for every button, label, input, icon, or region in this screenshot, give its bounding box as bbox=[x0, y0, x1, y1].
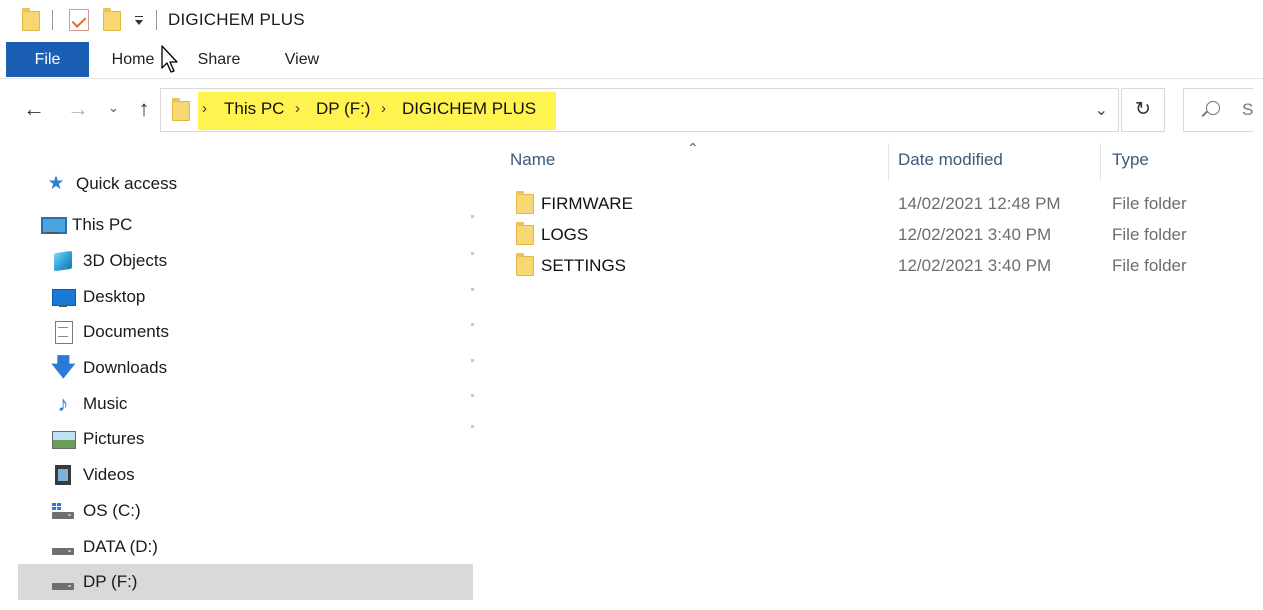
folder-icon bbox=[22, 8, 40, 31]
forward-arrow-icon[interactable]: → bbox=[66, 97, 90, 121]
search-placeholder: S bbox=[1242, 100, 1254, 119]
film-icon bbox=[51, 463, 75, 487]
nav-item-label: Videos bbox=[83, 465, 135, 484]
up-arrow-icon[interactable]: ↑ bbox=[132, 97, 156, 121]
nav-item-label: 3D Objects bbox=[83, 251, 168, 270]
tab-view[interactable]: View bbox=[276, 42, 328, 78]
nav-item-downloads[interactable]: 🡇 Downloads bbox=[51, 351, 167, 385]
folder-icon bbox=[516, 222, 534, 245]
breadcrumb-chevron-icon[interactable]: › bbox=[381, 100, 386, 117]
nav-item-music[interactable]: ♪ Music bbox=[51, 387, 128, 421]
file-type: File folder bbox=[1112, 256, 1187, 275]
folder-icon bbox=[172, 98, 190, 121]
column-header-date-modified[interactable]: Date modified bbox=[898, 150, 1003, 170]
download-arrow-icon: 🡇 bbox=[51, 354, 76, 381]
computer-icon bbox=[40, 213, 67, 237]
nav-item-videos[interactable]: Videos bbox=[51, 458, 135, 492]
breadcrumb-chevron-icon[interactable]: › bbox=[295, 100, 300, 117]
file-date: 12/02/2021 3:40 PM bbox=[898, 225, 1052, 244]
file-name: FIRMWARE bbox=[541, 194, 633, 213]
pane-divider-dot bbox=[471, 252, 474, 255]
breadcrumb-digichem-plus[interactable]: DIGICHEM PLUS bbox=[402, 99, 536, 119]
search-icon bbox=[1206, 101, 1220, 115]
mouse-cursor-icon bbox=[161, 45, 178, 73]
breadcrumb-dp-drive[interactable]: DP (F:) bbox=[316, 99, 370, 119]
drive-icon bbox=[51, 570, 75, 594]
pane-divider-dot bbox=[471, 394, 474, 397]
folder-icon bbox=[516, 253, 534, 276]
column-header-name[interactable]: Name bbox=[510, 150, 555, 170]
nav-item-label: Desktop bbox=[83, 287, 146, 306]
properties-check-icon[interactable] bbox=[69, 9, 89, 31]
nav-item-3d-objects[interactable]: 3D Objects bbox=[51, 244, 167, 278]
quick-access-toolbar-dropdown-icon[interactable] bbox=[133, 10, 145, 30]
file-date: 14/02/2021 12:48 PM bbox=[898, 194, 1061, 213]
nav-item-label: OS (C:) bbox=[83, 501, 141, 520]
document-icon bbox=[51, 320, 75, 344]
nav-item-label: This PC bbox=[72, 215, 133, 234]
address-bar[interactable]: › This PC › DP (F:) › DIGICHEM PLUS ⌄ bbox=[160, 88, 1119, 132]
nav-item-label: Music bbox=[83, 394, 128, 413]
pane-divider-dot bbox=[471, 425, 474, 428]
nav-item-dp-f[interactable]: DP (F:) bbox=[18, 564, 473, 600]
drive-icon bbox=[51, 535, 75, 559]
file-list: ⌃ Name Date modified Type FIRMWARE 14/02… bbox=[483, 140, 1263, 610]
pane-divider-dot bbox=[471, 323, 474, 326]
nav-item-label: Quick access bbox=[76, 174, 178, 193]
star-icon: ★ bbox=[47, 173, 65, 194]
column-header-type[interactable]: Type bbox=[1112, 150, 1149, 170]
recent-locations-chevron-icon[interactable]: ⌄ bbox=[108, 100, 119, 116]
breadcrumb-chevron-icon[interactable]: › bbox=[202, 100, 207, 117]
nav-item-os-c[interactable]: OS (C:) bbox=[51, 494, 141, 528]
tab-home[interactable]: Home bbox=[104, 42, 162, 78]
navigation-pane: ★ Quick access This PC 3D Objects Deskto… bbox=[0, 140, 480, 610]
folder-icon bbox=[516, 191, 534, 214]
nav-item-documents[interactable]: Documents bbox=[51, 315, 169, 349]
tab-file[interactable]: File bbox=[6, 42, 89, 77]
column-divider[interactable] bbox=[1100, 143, 1101, 181]
address-row: ← → ⌄ ↑ › This PC › DP (F:) › DIGICHEM P… bbox=[0, 84, 1263, 136]
nav-item-label: DATA (D:) bbox=[83, 537, 158, 556]
address-dropdown-chevron-icon[interactable]: ⌄ bbox=[1095, 100, 1108, 120]
refresh-icon[interactable]: ↻ bbox=[1121, 88, 1165, 132]
nav-item-desktop[interactable]: Desktop bbox=[51, 280, 145, 314]
nav-item-label: Pictures bbox=[83, 429, 145, 448]
breadcrumb-this-pc[interactable]: This PC bbox=[224, 99, 284, 119]
pane-divider-dot bbox=[471, 288, 474, 291]
file-row[interactable]: FIRMWARE 14/02/2021 12:48 PM File folder bbox=[486, 190, 1226, 220]
file-row[interactable]: LOGS 12/02/2021 3:40 PM File folder bbox=[486, 221, 1226, 251]
window-title: DIGICHEM PLUS bbox=[168, 10, 305, 29]
nav-item-this-pc[interactable]: This PC bbox=[40, 208, 132, 242]
title-bar: DIGICHEM PLUS bbox=[0, 0, 1263, 42]
toolbar-separator bbox=[156, 10, 157, 30]
nav-item-label: Documents bbox=[83, 322, 169, 341]
search-box[interactable]: S bbox=[1183, 88, 1253, 132]
column-divider[interactable] bbox=[888, 143, 889, 181]
sort-ascending-icon: ⌃ bbox=[687, 140, 699, 156]
toolbar-separator bbox=[52, 10, 53, 30]
nav-item-data-d[interactable]: DATA (D:) bbox=[51, 530, 158, 564]
new-folder-icon[interactable] bbox=[103, 8, 121, 31]
file-date: 12/02/2021 3:40 PM bbox=[898, 256, 1052, 275]
file-name: LOGS bbox=[541, 225, 589, 244]
file-type: File folder bbox=[1112, 225, 1187, 244]
pane-divider-dot bbox=[471, 215, 474, 218]
nav-item-pictures[interactable]: Pictures bbox=[51, 422, 144, 456]
cube-icon bbox=[51, 249, 75, 273]
file-type: File folder bbox=[1112, 194, 1187, 213]
music-note-icon: ♪ bbox=[57, 391, 69, 416]
picture-icon bbox=[51, 427, 76, 451]
file-name: SETTINGS bbox=[541, 256, 627, 275]
nav-item-label: Downloads bbox=[83, 358, 168, 377]
pane-divider-dot bbox=[471, 359, 474, 362]
os-drive-icon bbox=[51, 499, 75, 523]
nav-item-label: DP (F:) bbox=[83, 572, 138, 591]
file-row[interactable]: SETTINGS 12/02/2021 3:40 PM File folder bbox=[486, 252, 1226, 282]
nav-item-quick-access[interactable]: ★ Quick access bbox=[44, 167, 177, 201]
ribbon-tabs: File Home Share View bbox=[0, 42, 1263, 79]
desktop-icon bbox=[51, 285, 76, 309]
tab-share[interactable]: Share bbox=[190, 42, 248, 78]
back-arrow-icon[interactable]: ← bbox=[22, 97, 46, 121]
